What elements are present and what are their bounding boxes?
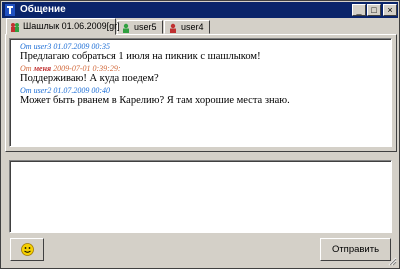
message-header: От меня 2009-07-01 0:39:29: [20, 64, 159, 73]
title-bar[interactable]: Общение _ □ × [2, 2, 398, 18]
window-title: Общение [20, 4, 66, 15]
user-icon [123, 23, 129, 33]
message-text: Предлагаю собраться 1 июля на пикник с ш… [20, 51, 261, 62]
tab-label: user4 [181, 22, 204, 32]
tab-user4[interactable]: user4 [164, 20, 210, 34]
message-header: От user3 01.07.2009 00:35 [20, 42, 261, 51]
maximize-button[interactable]: □ [367, 4, 381, 16]
message: От меня 2009-07-01 0:39:29: Поддерживаю!… [10, 64, 159, 84]
message-timestamp: 01.07.2009 00:35 [53, 42, 111, 51]
chat-window: Общение _ □ × Шашлык 01.06.2009[gr] user… [0, 0, 400, 269]
chat-history[interactable]: От user3 01.07.2009 00:35 Предлагаю собр… [9, 38, 392, 147]
from-prefix: От [20, 64, 32, 73]
send-button[interactable]: Отправить [320, 238, 391, 261]
minimize-button[interactable]: _ [352, 4, 366, 16]
message-header: От user2 01.07.2009 00:40 [20, 86, 290, 95]
message-text: Поддерживаю! А куда поедем? [20, 73, 159, 84]
message-input[interactable] [9, 160, 392, 233]
group-chat-icon [11, 23, 19, 32]
sender-name: user3 [33, 42, 52, 51]
sender-name: user2 [33, 86, 52, 95]
tab-label: user5 [134, 22, 157, 32]
tab-user5[interactable]: user5 [117, 20, 163, 34]
smiley-icon [21, 243, 34, 256]
sender-name: меня [33, 64, 52, 73]
message-timestamp: 2009-07-01 0:39:29: [53, 64, 121, 73]
minimize-icon: _ [356, 5, 362, 15]
message: От user3 01.07.2009 00:35 Предлагаю собр… [10, 42, 261, 62]
tab-strip: Шашлык 01.06.2009[gr] user5 user4 [6, 18, 398, 35]
message: От user2 01.07.2009 00:40 Может быть рва… [10, 86, 290, 106]
close-icon: × [387, 5, 393, 15]
close-button[interactable]: × [383, 4, 397, 16]
tab-group-chat[interactable]: Шашлык 01.06.2009[gr] [6, 18, 120, 35]
resize-grip-icon[interactable] [387, 256, 397, 266]
maximize-icon: □ [371, 5, 377, 15]
from-prefix: От [20, 86, 32, 95]
user-icon [170, 23, 176, 33]
app-icon [5, 4, 15, 16]
message-text: Может быть рванем в Карелию? Я там хорош… [20, 95, 290, 106]
from-prefix: От [20, 42, 32, 51]
tab-label: Шашлык 01.06.2009[gr] [23, 21, 120, 31]
smiley-button[interactable] [10, 238, 44, 261]
message-timestamp: 01.07.2009 00:40 [53, 86, 111, 95]
